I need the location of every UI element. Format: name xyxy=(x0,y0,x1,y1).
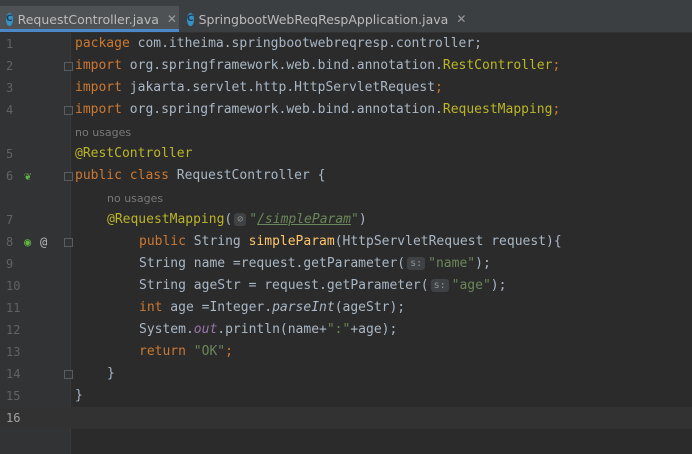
code-text[interactable]: String ageStr = request.getParameter(s: "… xyxy=(139,275,506,297)
line-number: 6 xyxy=(6,169,14,183)
spring-bean-icon[interactable]: ❦ xyxy=(24,169,31,183)
code-text[interactable]: } xyxy=(75,385,83,407)
annotation-at-icon[interactable]: @ xyxy=(40,235,47,249)
code-line[interactable]: 11 int age =Integer.parseInt(ageStr); xyxy=(0,297,692,319)
code-line[interactable]: 10 String ageStr = request.getParameter(… xyxy=(0,275,692,297)
code-text[interactable]: System.out.println(name+":"+age); xyxy=(139,319,397,341)
code-text[interactable]: @RequestMapping(⊘ "/simpleParam") xyxy=(107,209,367,231)
line-number: 13 xyxy=(6,345,21,359)
code-line[interactable]: 7 @RequestMapping(⊘ "/simpleParam") xyxy=(0,209,692,231)
code-text[interactable]: public String simpleParam(HttpServletReq… xyxy=(139,231,562,253)
fold-marker-icon[interactable] xyxy=(64,172,73,181)
code-line[interactable]: 12 System.out.println(name+":"+age); xyxy=(0,319,692,341)
code-line[interactable]: 5 @RestController xyxy=(0,143,692,165)
code-line[interactable]: 15 } xyxy=(0,385,692,407)
code-line[interactable]: 4 import org.springframework.web.bind.an… xyxy=(0,99,692,121)
code-text[interactable]: return "OK"; xyxy=(139,341,233,363)
code-text[interactable]: import org.springframework.web.bind.anno… xyxy=(75,55,560,77)
fold-marker-icon[interactable] xyxy=(64,238,73,247)
code-text[interactable]: } xyxy=(107,363,115,385)
line-number: 7 xyxy=(6,213,14,227)
fold-marker-icon[interactable] xyxy=(64,370,73,379)
code-text[interactable]: String name =request.getParameter(s: "nam… xyxy=(139,253,491,275)
line-number: 11 xyxy=(6,301,21,315)
line-number: 9 xyxy=(6,257,14,271)
code-line[interactable]: 14 } xyxy=(0,363,692,385)
usages-hint[interactable]: no usages xyxy=(75,126,131,139)
code-text[interactable]: package com.itheima.springbootwebreqresp… xyxy=(75,33,482,55)
c-class-icon: C xyxy=(187,12,194,26)
tab-springboot-application[interactable]: C SpringbootWebReqRespApplication.java ✕ xyxy=(181,6,466,32)
web-endpoint-icon[interactable]: ⊘ xyxy=(234,213,247,226)
code-line[interactable]: 1 package com.itheima.springbootwebreqre… xyxy=(0,33,692,55)
tab-request-controller[interactable]: C RequestController.java ✕ xyxy=(0,6,179,32)
code-line[interactable]: 9 String name =request.getParameter(s: "n… xyxy=(0,253,692,275)
line-number: 5 xyxy=(6,147,14,161)
code-line[interactable]: 13 return "OK"; xyxy=(0,341,692,363)
line-number: 10 xyxy=(6,279,21,293)
line-number: 15 xyxy=(6,389,21,403)
code-text[interactable]: @RestController xyxy=(75,143,192,165)
editor-tab-bar: C RequestController.java ✕ C SpringbootW… xyxy=(0,0,692,33)
line-number: 4 xyxy=(6,103,14,117)
code-text[interactable]: import org.springframework.web.bind.anno… xyxy=(75,99,560,121)
line-number: 2 xyxy=(6,59,14,73)
line-number: 12 xyxy=(6,323,21,337)
code-line[interactable]: 3 import jakarta.servlet.http.HttpServle… xyxy=(0,77,692,99)
line-number: 16 xyxy=(6,411,21,425)
line-number: 8 xyxy=(6,235,14,249)
parameter-hint: s: xyxy=(430,279,449,292)
fold-marker-icon[interactable] xyxy=(64,62,73,71)
close-icon[interactable]: ✕ xyxy=(167,12,177,26)
c-class-icon: C xyxy=(6,12,13,26)
code-text[interactable]: int age =Integer.parseInt(ageStr); xyxy=(139,297,405,319)
code-line[interactable]: 8 ◉ @ public String simpleParam(HttpServ… xyxy=(0,231,692,253)
code-text[interactable]: import jakarta.servlet.http.HttpServletR… xyxy=(75,77,443,99)
parameter-hint: s: xyxy=(407,257,426,270)
web-request-mapping-icon[interactable]: ◉ xyxy=(24,235,31,249)
line-number: 14 xyxy=(6,367,21,381)
line-number: 1 xyxy=(6,37,14,51)
code-editor[interactable]: 1 package com.itheima.springbootwebreqre… xyxy=(0,33,692,454)
close-icon[interactable]: ✕ xyxy=(456,12,466,26)
code-line[interactable]: 6 ❦ public class RequestController { xyxy=(0,165,692,187)
code-line-current[interactable]: 16 xyxy=(0,407,692,429)
line-number: 3 xyxy=(6,81,14,95)
code-text[interactable]: public class RequestController { xyxy=(75,165,325,187)
tab-label: SpringbootWebReqRespApplication.java xyxy=(198,11,449,27)
fold-marker-icon[interactable] xyxy=(64,106,73,115)
tab-label: RequestController.java xyxy=(17,11,159,27)
usages-hint[interactable]: no usages xyxy=(107,192,163,205)
code-line[interactable]: 2 import org.springframework.web.bind.an… xyxy=(0,55,692,77)
